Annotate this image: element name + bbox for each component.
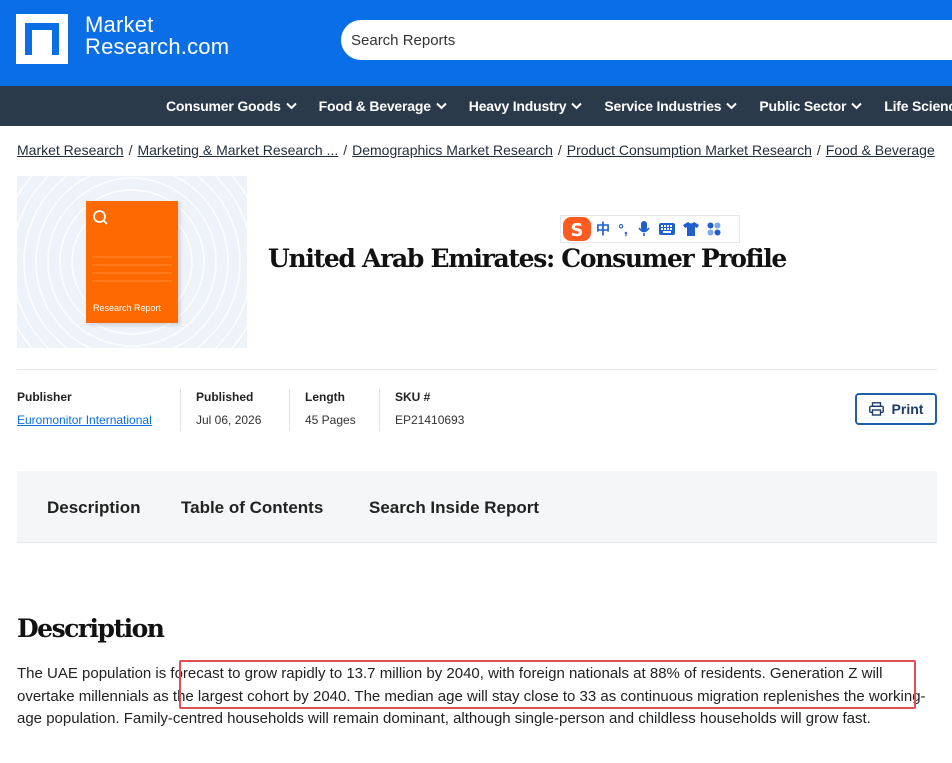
meta-separator [180,389,181,431]
nav-label: Service Industries [604,98,722,114]
report-title: United Arab Emirates: Consumer Profile [268,244,787,273]
nav-label: Heavy Industry [468,98,567,114]
apps-icon[interactable] [703,222,725,236]
divider [17,369,937,370]
chevron-down-icon [285,102,297,110]
breadcrumb: Market Research / Marketing & Market Resea… [17,142,935,158]
cover-label: Research Report [93,303,162,313]
magnifier-icon [93,210,108,225]
meta-label: Length [305,390,345,404]
breadcrumb-separator: / [128,142,133,158]
nav-label: Public Sector [759,98,847,114]
meta-label: SKU # [395,390,431,404]
nav-item-public-sector[interactable]: Public Sector [759,98,862,114]
meta-publisher: Publisher Euromonitor International [17,390,152,427]
breadcrumb-link[interactable]: Marketing & Market Research ... [137,142,338,158]
logo-text: Market Research.com [85,14,229,58]
cover-lines [92,256,172,282]
meta-sku: SKU # EP21410693 [395,390,464,427]
logo-line-1: Market [85,12,154,37]
chevron-down-icon [726,102,738,110]
nav-item-service-industries[interactable]: Service Industries [604,98,738,114]
nav-label: Food & Beverage [318,98,431,114]
breadcrumb-link[interactable]: Product Consumption Market Research [567,142,812,158]
publisher-link[interactable]: Euromonitor International [17,413,152,427]
nav-item-life-sciences[interactable]: Life Sciences [884,98,952,114]
report-cover: Research Report [17,176,247,348]
chevron-down-icon [436,102,447,110]
microphone-icon[interactable] [633,221,655,237]
tab-description[interactable]: Description [47,498,141,518]
report-tabs: Description Table of Contents Search Ins… [17,471,937,543]
meta-label: Published [196,390,254,404]
description-heading: Description [17,614,165,643]
logo-mark-icon [16,14,68,64]
meta-published: Published Jul 06, 2026 [196,390,261,427]
site-header: Market Research.com [0,0,952,86]
meta-separator [379,389,380,431]
breadcrumb-separator: / [816,142,821,158]
cover-book: Research Report [86,201,178,323]
nav-item-heavy-industry[interactable]: Heavy Industry [469,98,583,114]
nav-item-consumer-goods[interactable]: Consumer Goods [166,98,297,114]
meta-value: EP21410693 [395,413,465,427]
main-nav: Consumer Goods Food & Beverage Heavy Ind… [0,86,952,126]
sogou-icon[interactable]: S [561,215,593,243]
meta-label: Publisher [17,390,72,404]
keyboard-icon[interactable] [655,223,679,235]
tab-search-inside-report[interactable]: Search Inside Report [369,498,539,518]
ime-toolbar[interactable]: S 中 °, [560,215,740,243]
ime-language-toggle[interactable]: 中 [593,219,613,239]
nav-item-food-beverage[interactable]: Food & Beverage [319,98,447,114]
print-button[interactable]: Print [855,393,937,425]
meta-separator [289,389,290,431]
meta-length: Length 45 Pages [305,390,356,427]
nav-label: Consumer Goods [166,98,281,114]
breadcrumb-link[interactable]: Demographics Market Research [352,142,553,158]
logo-line-2: Research.com [85,34,230,59]
breadcrumb-link[interactable]: Food & Beverage [826,142,935,158]
tab-table-of-contents[interactable]: Table of Contents [181,498,323,518]
meta-value: Jul 06, 2026 [196,413,262,427]
breadcrumb-link[interactable]: Market Research [17,142,124,158]
breadcrumb-separator: / [557,142,562,158]
meta-value: 45 Pages [305,413,356,427]
printer-icon [868,402,884,416]
search-bar[interactable] [341,20,952,60]
punctuation-icon[interactable]: °, [613,221,633,237]
shirt-icon[interactable] [679,222,703,236]
print-label: Print [891,401,924,417]
site-logo[interactable]: Market Research.com [16,14,229,64]
breadcrumb-separator: / [343,142,348,158]
svg-text:S: S [571,220,584,241]
chevron-down-icon [571,102,583,110]
chevron-down-icon [851,102,862,110]
nav-label: Life Sciences [884,98,952,114]
highlight-box [179,660,916,709]
search-input[interactable] [341,20,941,60]
